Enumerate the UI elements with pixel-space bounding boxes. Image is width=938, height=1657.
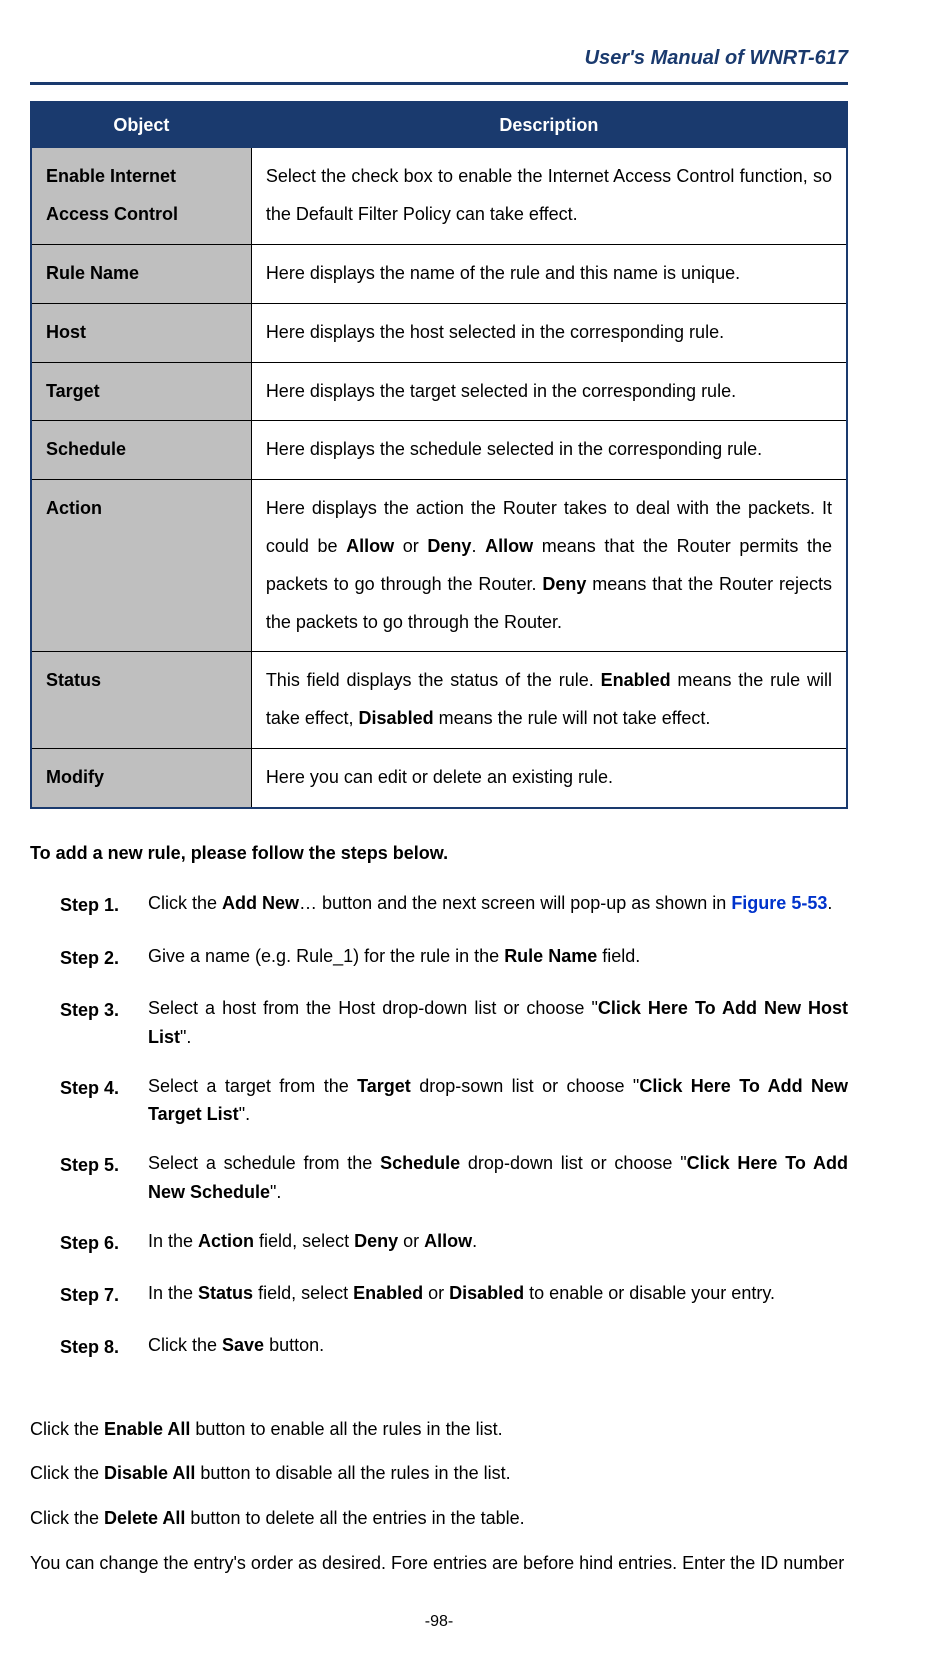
- table-row: Enable Internet Access ControlSelect the…: [31, 148, 847, 245]
- steps-heading: To add a new rule, please follow the ste…: [30, 837, 848, 869]
- table-row: ModifyHere you can edit or delete an exi…: [31, 748, 847, 807]
- bold-text: Schedule: [380, 1153, 460, 1173]
- step-text: In the Action field, select Deny or Allo…: [148, 1227, 848, 1259]
- bold-text: Enable All: [104, 1419, 190, 1439]
- description-cell: Here displays the target selected in the…: [251, 362, 847, 421]
- step-row: Step 7.In the Status field, select Enabl…: [60, 1279, 848, 1311]
- step-label: Step 2.: [60, 942, 148, 974]
- step-text: In the Status field, select Enabled or D…: [148, 1279, 848, 1311]
- object-cell: Status: [31, 652, 251, 749]
- bold-text: Add New: [222, 893, 299, 913]
- table-row: ActionHere displays the action the Route…: [31, 480, 847, 652]
- bold-text: Save: [222, 1335, 264, 1355]
- bold-text: Click Here To Add New Schedule: [148, 1153, 848, 1202]
- step-text: Select a schedule from the Schedule drop…: [148, 1149, 848, 1207]
- step-row: Step 2.Give a name (e.g. Rule_1) for the…: [60, 942, 848, 974]
- description-cell: Select the check box to enable the Inter…: [251, 148, 847, 245]
- step-row: Step 1.Click the Add New… button and the…: [60, 889, 848, 921]
- paragraph: Click the Enable All button to enable al…: [30, 1414, 848, 1445]
- step-text: Select a host from the Host drop-down li…: [148, 994, 848, 1052]
- object-cell: Host: [31, 303, 251, 362]
- bold-text: Action: [198, 1231, 254, 1251]
- bold-text: Disabled: [359, 708, 434, 728]
- step-label: Step 7.: [60, 1279, 148, 1311]
- bold-text: Deny: [427, 536, 471, 556]
- table-row: HostHere displays the host selected in t…: [31, 303, 847, 362]
- page-header: User's Manual of WNRT-617: [30, 40, 848, 85]
- step-row: Step 5.Select a schedule from the Schedu…: [60, 1149, 848, 1207]
- bold-text: Rule Name: [504, 946, 597, 966]
- step-label: Step 1.: [60, 889, 148, 921]
- bold-text: Allow: [346, 536, 394, 556]
- step-row: Step 3.Select a host from the Host drop-…: [60, 994, 848, 1052]
- page-number: -98-: [30, 1608, 848, 1637]
- object-cell: Rule Name: [31, 244, 251, 303]
- table-row: Rule NameHere displays the name of the r…: [31, 244, 847, 303]
- paragraph: Click the Delete All button to delete al…: [30, 1503, 848, 1534]
- paragraph: You can change the entry's order as desi…: [30, 1548, 848, 1579]
- object-cell: Modify: [31, 748, 251, 807]
- description-cell: This field displays the status of the ru…: [251, 652, 847, 749]
- table-row: TargetHere displays the target selected …: [31, 362, 847, 421]
- table-row: ScheduleHere displays the schedule selec…: [31, 421, 847, 480]
- paragraph: Click the Disable All button to disable …: [30, 1458, 848, 1489]
- step-label: Step 3.: [60, 994, 148, 1052]
- steps-container: Step 1.Click the Add New… button and the…: [30, 889, 848, 1364]
- bold-text: Delete All: [104, 1508, 185, 1528]
- step-text: Select a target from the Target drop-sow…: [148, 1072, 848, 1130]
- description-cell: Here you can edit or delete an existing …: [251, 748, 847, 807]
- bold-text: Deny: [542, 574, 586, 594]
- object-cell: Enable Internet Access Control: [31, 148, 251, 245]
- step-label: Step 8.: [60, 1331, 148, 1363]
- bold-text: Click Here To Add New Host List: [148, 998, 848, 1047]
- figure-link[interactable]: Figure 5-53: [731, 893, 827, 913]
- bold-text: Status: [198, 1283, 253, 1303]
- step-label: Step 4.: [60, 1072, 148, 1130]
- bold-text: Target: [357, 1076, 411, 1096]
- description-table: Object Description Enable Internet Acces…: [30, 101, 848, 809]
- description-cell: Here displays the schedule selected in t…: [251, 421, 847, 480]
- header-title: User's Manual of WNRT-617: [585, 47, 848, 69]
- object-cell: Target: [31, 362, 251, 421]
- step-row: Step 6.In the Action field, select Deny …: [60, 1227, 848, 1259]
- object-cell: Action: [31, 480, 251, 652]
- col-description: Description: [251, 102, 847, 148]
- step-row: Step 4.Select a target from the Target d…: [60, 1072, 848, 1130]
- bold-text: Allow: [485, 536, 533, 556]
- bold-text: Allow: [424, 1231, 472, 1251]
- bold-text: Disabled: [449, 1283, 524, 1303]
- paragraphs-container: Click the Enable All button to enable al…: [30, 1414, 848, 1578]
- bold-text: Disable All: [104, 1463, 195, 1483]
- step-label: Step 5.: [60, 1149, 148, 1207]
- bold-text: Enabled: [353, 1283, 423, 1303]
- step-text: Click the Add New… button and the next s…: [148, 889, 848, 921]
- step-text: Click the Save button.: [148, 1331, 848, 1363]
- object-cell: Schedule: [31, 421, 251, 480]
- description-cell: Here displays the action the Router take…: [251, 480, 847, 652]
- description-cell: Here displays the name of the rule and t…: [251, 244, 847, 303]
- bold-text: Enabled: [601, 670, 671, 690]
- description-cell: Here displays the host selected in the c…: [251, 303, 847, 362]
- bold-text: Deny: [354, 1231, 398, 1251]
- step-label: Step 6.: [60, 1227, 148, 1259]
- col-object: Object: [31, 102, 251, 148]
- bold-text: Click Here To Add New Target List: [148, 1076, 848, 1125]
- table-row: StatusThis field displays the status of …: [31, 652, 847, 749]
- step-text: Give a name (e.g. Rule_1) for the rule i…: [148, 942, 848, 974]
- step-row: Step 8.Click the Save button.: [60, 1331, 848, 1363]
